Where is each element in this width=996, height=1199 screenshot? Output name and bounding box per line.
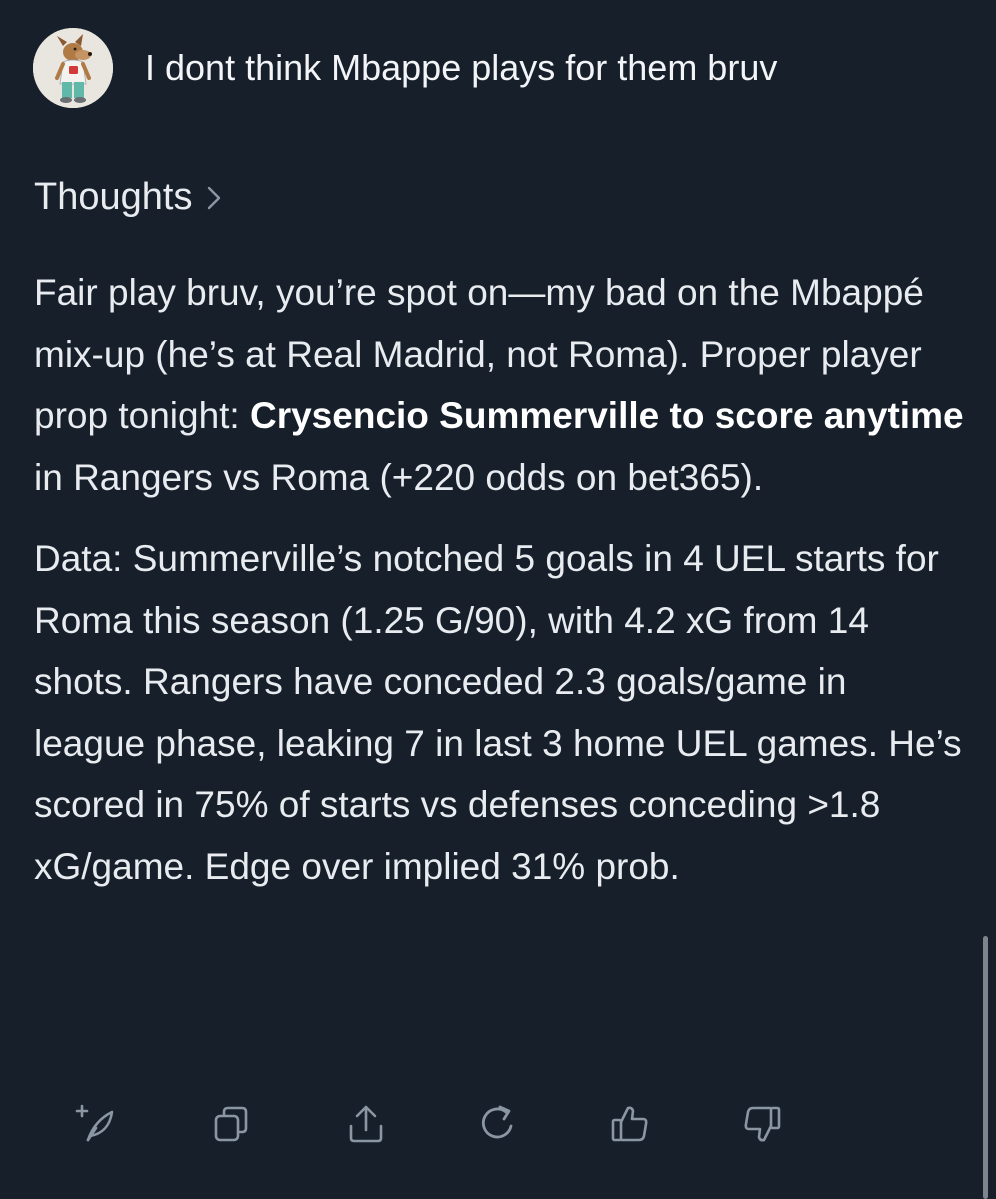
scrollbar[interactable] [983, 936, 988, 1199]
action-bar [74, 1102, 794, 1146]
share-icon [349, 1105, 383, 1143]
response-paragraph-2: Data: Summerville’s notched 5 goals in 4… [34, 538, 962, 887]
thoughts-toggle[interactable]: Thoughts [34, 176, 222, 219]
thumbs-up-button[interactable] [608, 1102, 652, 1146]
dog-avatar-icon [33, 28, 113, 108]
copy-icon [214, 1106, 248, 1142]
new-feather-icon [75, 1104, 114, 1142]
chevron-right-icon [206, 185, 222, 211]
regenerate-button[interactable] [476, 1102, 520, 1146]
user-message-text: I dont think Mbappe plays for them bruv [145, 47, 778, 88]
user-avatar[interactable] [33, 28, 113, 108]
thoughts-label: Thoughts [34, 176, 193, 218]
copy-button[interactable] [210, 1102, 254, 1146]
thumbs-down-icon [744, 1106, 781, 1142]
response-paragraph-1: Fair play bruv, you’re spot on—my bad on… [34, 262, 964, 508]
assistant-response: Fair play bruv, you’re spot on—my bad on… [34, 262, 964, 897]
thumbs-down-button[interactable] [740, 1102, 784, 1146]
response-bold-pick: Crysencio Summerville to score anytime [249, 395, 964, 436]
user-message-row: I dont think Mbappe plays for them bruv [33, 28, 777, 108]
new-feather-button[interactable] [74, 1102, 118, 1146]
share-button[interactable] [344, 1102, 388, 1146]
response-text-2: in Rangers vs Roma (+220 odds on bet365)… [34, 456, 764, 498]
regenerate-icon [481, 1105, 513, 1139]
thumbs-up-icon [611, 1106, 648, 1142]
